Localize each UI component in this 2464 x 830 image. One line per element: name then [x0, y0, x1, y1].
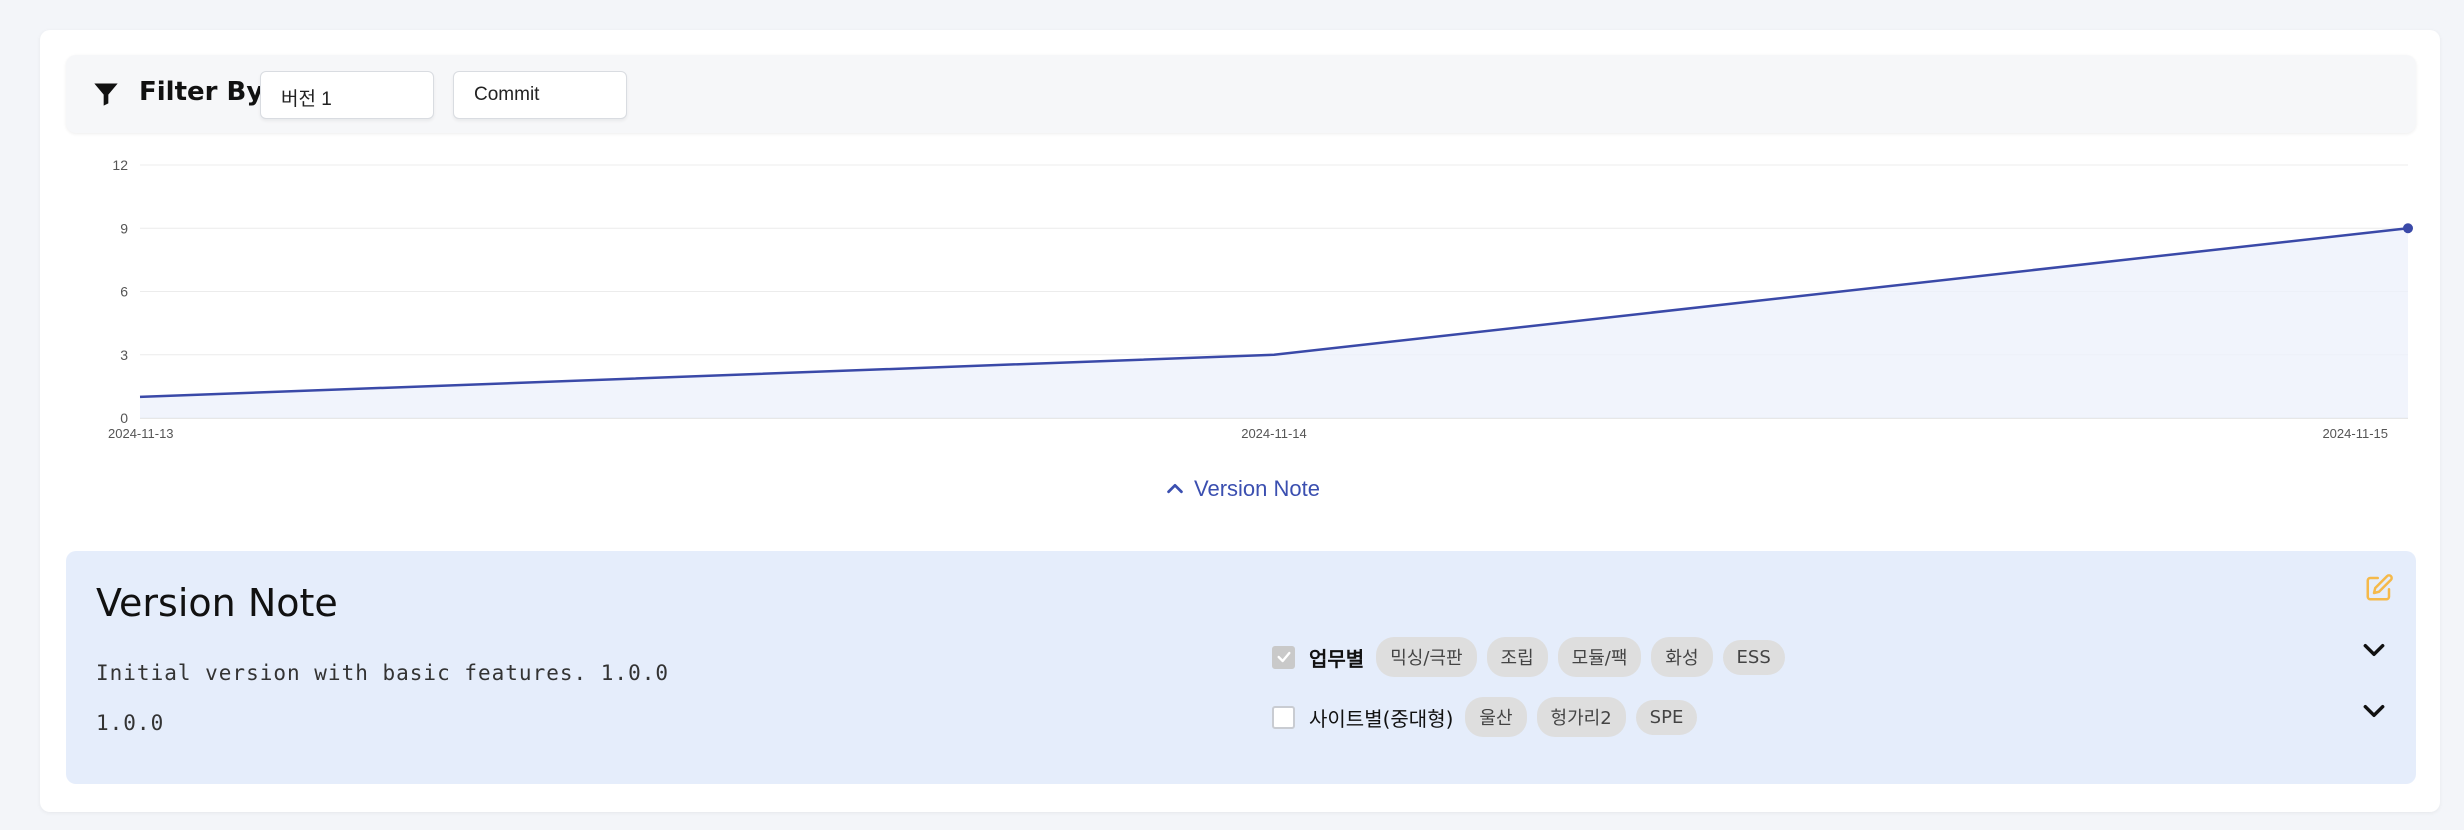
chevron-up-icon [1167, 483, 1183, 494]
version-chart: 0 3 6 9 12 2024-11-13 2024-11-14 2024-11-15 [108, 157, 2413, 441]
chip-task[interactable]: ESS [1722, 639, 1785, 675]
category-row-site: 사이트별(중대형) 울산 헝가리2 SPE [1272, 697, 1707, 737]
chevron-down-icon[interactable] [2361, 698, 2387, 724]
x-tick-label: 2024-11-14 [1241, 426, 1307, 441]
note-description: Initial version with basic features. 1.0… [96, 661, 670, 685]
filter-bar: Filter By 버전 1 Commit [66, 55, 2416, 133]
chip-site[interactable]: SPE [1635, 699, 1698, 735]
chip-site[interactable]: 헝가리2 [1536, 697, 1626, 737]
chip-task[interactable]: 믹싱/극판 [1376, 637, 1477, 677]
check-icon [1277, 651, 1290, 663]
site-checkbox[interactable] [1272, 705, 1295, 729]
chip-site[interactable]: 울산 [1465, 697, 1527, 737]
y-tick-label: 3 [120, 347, 128, 363]
site-category-label: 사이트별(중대형) [1309, 706, 1454, 731]
type-select[interactable]: Commit [453, 71, 627, 119]
chip-task[interactable]: 모듈/팩 [1557, 637, 1642, 677]
version-note-panel: Version Note Initial version with basic … [66, 551, 2416, 784]
task-checkbox[interactable] [1272, 645, 1295, 669]
x-tick-label: 2024-11-15 [2322, 426, 2388, 441]
note-title: Version Note [96, 581, 338, 625]
version-select[interactable]: 버전 1 [260, 71, 434, 119]
data-point [2403, 223, 2413, 234]
task-category-label: 업무별 [1309, 646, 1365, 671]
chip-task[interactable]: 조립 [1486, 637, 1548, 677]
note-version: 1.0.0 [96, 711, 165, 735]
x-tick-label: 2024-11-13 [108, 426, 174, 441]
filter-icon [94, 83, 118, 106]
version-note-toggle[interactable]: Version Note [1164, 476, 1320, 502]
y-tick-label: 9 [120, 220, 128, 236]
edit-icon[interactable] [2364, 573, 2394, 603]
filter-label: Filter By [139, 77, 264, 107]
version-note-toggle-label: Version Note [1194, 476, 1320, 501]
chip-task[interactable]: 화성 [1651, 637, 1713, 677]
y-tick-label: 12 [112, 157, 128, 173]
area-fill [140, 228, 2408, 418]
y-tick-label: 6 [120, 284, 128, 300]
chevron-down-icon[interactable] [2361, 637, 2387, 663]
y-tick-label: 0 [120, 410, 128, 426]
category-row-task: 업무별 믹싱/극판 조립 모듈/팩 화성 ESS [1272, 637, 1795, 677]
